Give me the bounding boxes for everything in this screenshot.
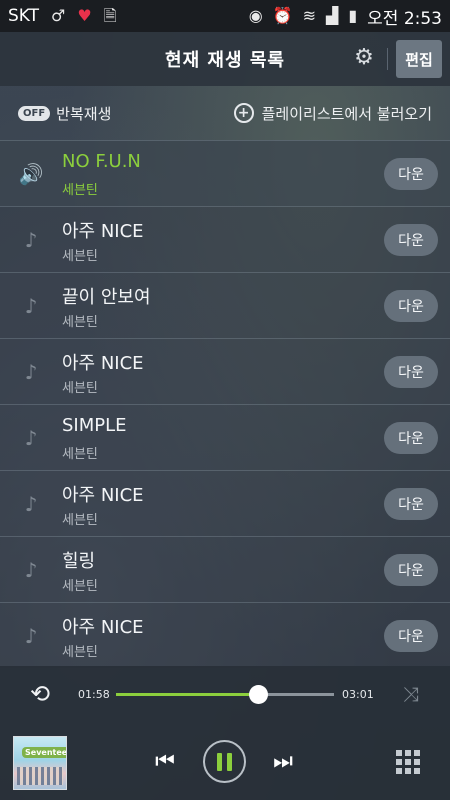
track-artist: 세븐틴 <box>62 579 98 594</box>
repeat-label[interactable]: 반복재생 <box>56 103 111 124</box>
gear-icon[interactable]: ⚙ <box>352 46 376 70</box>
eye-icon: ◉ <box>248 6 263 25</box>
pause-icon <box>227 752 232 771</box>
download-button[interactable]: 다운 <box>384 356 438 388</box>
progress-thumb[interactable] <box>248 685 268 704</box>
speaker-icon: 🔊 <box>18 162 44 186</box>
signal-icon: ▟ <box>326 6 339 25</box>
track-title: 아주 NICE <box>62 353 144 374</box>
clock-label: 오전 2:53 <box>367 8 442 29</box>
progress-bar[interactable] <box>116 685 334 704</box>
track-artist: 세븐틴 <box>62 249 98 264</box>
repeat-icon[interactable]: ⟲ <box>26 680 54 708</box>
track-list: 🔊 NO F.U.N 세븐틴 다운 ♪ 아주 NICE 세븐틴 다운 ♪ 끝이 … <box>0 140 450 668</box>
download-button[interactable]: 다운 <box>384 554 438 586</box>
track-title: NO F.U.N <box>62 151 141 172</box>
music-note-icon: ♪ <box>24 294 38 318</box>
track-artist: 세븐틴 <box>62 645 98 660</box>
carrier-label: SKT <box>8 6 40 26</box>
track-row[interactable]: ♪ 아주 NICE 세븐틴 다운 <box>0 470 450 536</box>
track-title: 끝이 안보여 <box>62 287 151 308</box>
download-button[interactable]: 다운 <box>384 422 438 454</box>
edit-button[interactable]: 편집 <box>396 40 442 78</box>
previous-track-icon[interactable]: ⏮ <box>150 748 180 776</box>
total-time: 03:01 <box>342 688 374 701</box>
music-note-icon: ♪ <box>24 492 38 516</box>
shuffle-icon[interactable]: ⤨ <box>398 681 424 707</box>
track-row[interactable]: 🔊 NO F.U.N 세븐틴 다운 <box>0 140 450 206</box>
progress-fill <box>116 693 258 696</box>
plus-circle-icon: + <box>233 103 254 123</box>
music-note-icon: ♪ <box>24 360 38 384</box>
track-row[interactable]: ♪ 아주 NICE 세븐틴 다운 <box>0 338 450 404</box>
male-symbol-icon: ♂ <box>51 6 66 25</box>
alarm-clock-icon: ⏰ <box>272 6 293 25</box>
wifi-icon: ≋ <box>302 6 317 25</box>
track-artist: 세븐틴 <box>62 183 98 198</box>
options-row: OFF 반복재생 + 플레이리스트에서 불러오기 <box>0 86 450 140</box>
grid-icon[interactable] <box>396 750 420 774</box>
music-note-icon: ♪ <box>24 558 38 582</box>
battery-icon: ▮ <box>348 6 358 25</box>
track-title: 아주 NICE <box>62 485 144 506</box>
import-playlist-button[interactable]: + 플레이리스트에서 불러오기 <box>233 103 432 124</box>
track-row[interactable]: ♪ 힐링 세븐틴 다운 <box>0 536 450 602</box>
next-track-icon[interactable]: ⏭ <box>268 748 298 776</box>
status-bar: SKT ♂ ♥ 🗎 ◉ ⏰ ≋ ▟ ▮ 오전 2:53 <box>0 0 450 32</box>
track-title: 아주 NICE <box>62 617 144 638</box>
album-logo: Seventeen <box>22 747 66 758</box>
album-photo <box>17 767 63 785</box>
track-artist: 세븐틴 <box>62 447 98 462</box>
heart-icon: ♥ <box>77 6 92 25</box>
track-row[interactable]: ♪ SIMPLE 세븐틴 다운 <box>0 404 450 470</box>
download-button[interactable]: 다운 <box>384 290 438 322</box>
track-row[interactable]: ♪ 아주 NICE 세븐틴 다운 <box>0 602 450 668</box>
file-edit-icon: 🗎 <box>103 6 117 25</box>
import-playlist-label: 플레이리스트에서 불러오기 <box>261 104 432 123</box>
music-note-icon: ♪ <box>24 624 38 648</box>
current-time: 01:58 <box>78 688 110 701</box>
download-button[interactable]: 다운 <box>384 488 438 520</box>
download-button[interactable]: 다운 <box>384 158 438 190</box>
title-bar: 현재 재생 목록 ⚙ 편집 <box>0 32 450 86</box>
music-note-icon: ♪ <box>24 228 38 252</box>
repeat-toggle[interactable]: OFF <box>18 105 51 121</box>
music-note-icon: ♪ <box>24 426 38 450</box>
track-title: 아주 NICE <box>62 221 144 242</box>
track-title: SIMPLE <box>62 415 127 436</box>
track-title: 힐링 <box>62 551 96 572</box>
track-artist: 세븐틴 <box>62 381 98 396</box>
player-panel: ⟲ 01:58 03:01 ⤨ Seventeen ⏮ ⏭ <box>0 666 450 800</box>
title-divider <box>387 48 388 70</box>
pause-button[interactable] <box>203 740 246 783</box>
download-button[interactable]: 다운 <box>384 620 438 652</box>
track-row[interactable]: ♪ 끝이 안보여 세븐틴 다운 <box>0 272 450 338</box>
track-artist: 세븐틴 <box>62 513 98 528</box>
album-art[interactable]: Seventeen <box>13 736 67 790</box>
download-button[interactable]: 다운 <box>384 224 438 256</box>
track-row[interactable]: ♪ 아주 NICE 세븐틴 다운 <box>0 206 450 272</box>
page-title: 현재 재생 목록 <box>165 50 285 71</box>
track-artist: 세븐틴 <box>62 315 98 330</box>
pause-icon <box>217 752 222 771</box>
